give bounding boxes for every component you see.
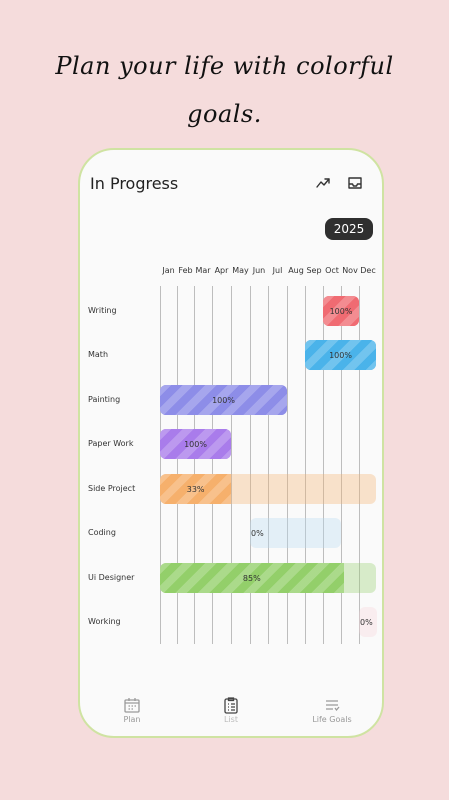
goal-bar[interactable]: 100% (305, 340, 376, 370)
goal-progress-label: 100% (184, 439, 207, 449)
goal-label: Ui Designer (88, 573, 135, 582)
goal-label: Side Project (88, 484, 136, 493)
calendar-grid-icon (92, 696, 172, 714)
goal-bar[interactable]: 100% (160, 429, 231, 459)
month-header: Jan Feb Mar Apr May Jun Jul Aug Sep Oct Nov Dec (80, 266, 382, 278)
month-label: May (232, 266, 249, 275)
goal-bar[interactable]: 100% (323, 296, 359, 326)
inbox-tray-icon[interactable] (344, 172, 366, 194)
goal-progress-label: 0% (251, 528, 264, 538)
bottom-nav: Plan List Life Goals (80, 696, 382, 736)
headline-line-2: goals. (187, 100, 262, 128)
month-label: Dec (360, 266, 376, 275)
month-label: Oct (325, 266, 339, 275)
nav-label: Plan (123, 715, 141, 724)
gantt-chart: Writing 100% Math 100% Painting 100% Paper Wor… (80, 286, 382, 644)
page-title: In Progress (90, 174, 179, 193)
goal-progress-label: 100% (212, 395, 235, 405)
goal-bar[interactable]: 0% (250, 518, 341, 548)
goal-progress-label: 100% (329, 306, 353, 316)
phone-screen: In Progress 2025 Jan Feb Mar Apr May Jun Jul Au… (78, 148, 384, 738)
month-label: Nov (342, 266, 358, 275)
goal-label: Painting (88, 395, 121, 404)
nav-item-life-goals[interactable]: Life Goals (292, 696, 372, 724)
nav-item-list[interactable]: List (191, 696, 271, 724)
goal-bar[interactable]: 0% (359, 607, 377, 637)
headline-line-1: Plan your life with colorful (55, 52, 394, 80)
trending-arrow-icon[interactable] (312, 172, 334, 194)
goal-label: Math (88, 350, 109, 359)
goal-label: Writing (88, 306, 117, 315)
month-label: Sep (306, 266, 322, 275)
goal-label: Paper Work (88, 439, 134, 448)
goal-bar[interactable]: 33% (160, 474, 376, 504)
goal-label: Coding (88, 528, 116, 537)
goal-bar[interactable]: 100% (160, 385, 287, 415)
nav-label: List (224, 715, 238, 724)
goal-label: Working (88, 617, 121, 626)
year-selector[interactable]: 2025 (325, 218, 373, 240)
goal-progress-label: 0% (360, 617, 373, 627)
goal-progress-label: 100% (329, 350, 352, 360)
goal-bar[interactable]: 85% (160, 563, 376, 593)
month-label: Jul (272, 266, 283, 275)
clipboard-list-icon (191, 696, 271, 714)
month-label: Aug (288, 266, 304, 275)
month-label: Apr (214, 266, 229, 275)
nav-item-plan[interactable]: Plan (92, 696, 172, 724)
goal-progress-label: 85% (242, 573, 261, 583)
goal-progress-label: 33% (186, 484, 205, 494)
nav-label: Life Goals (312, 715, 352, 724)
month-label: Jun (252, 266, 266, 275)
month-label: Mar (195, 266, 211, 275)
goals-list-icon (292, 696, 372, 714)
